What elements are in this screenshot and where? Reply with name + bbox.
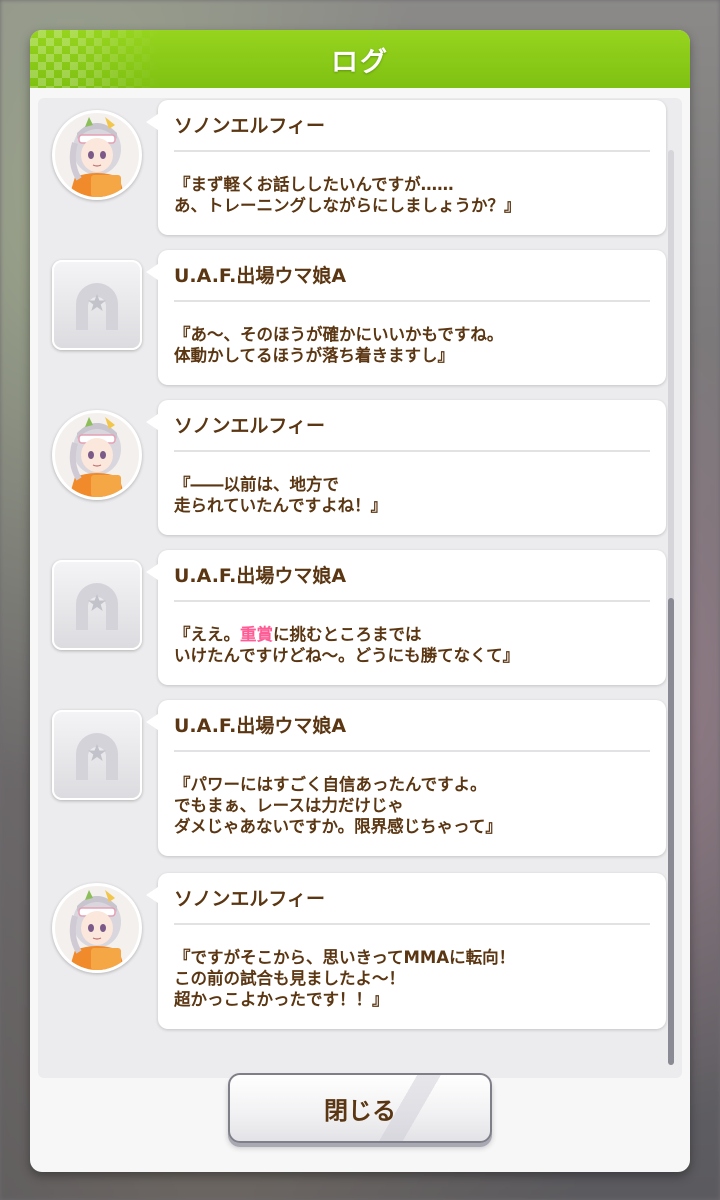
highlighted-term: 重賞	[240, 625, 273, 644]
character-portrait-icon	[52, 883, 142, 973]
horseshoe-placeholder-icon	[52, 560, 142, 650]
log-dialog: ログ ソノンエルフィー 『まず軽くお話ししたいんですが…… あ、トレーニングしな…	[30, 30, 690, 1172]
message-bubble: U.A.F.出場ウマ娘A 『パワーにはすごく自信あったんですよ。 でもまぁ、レー…	[146, 700, 666, 856]
message-bubble: ソノンエルフィー 『まず軽くお話ししたいんですが…… あ、トレーニングしながらに…	[146, 100, 666, 235]
close-button-label: 閉じる	[324, 1096, 396, 1125]
speaker-name: U.A.F.出場ウマ娘A	[174, 265, 347, 287]
speaker-name: ソノンエルフィー	[174, 115, 326, 137]
message-text: 『――以前は、地方で 走られていたんですよね！』	[174, 475, 388, 515]
scrollbar-thumb[interactable]	[668, 598, 674, 1065]
character-portrait-icon	[52, 410, 142, 500]
horseshoe-placeholder-icon	[52, 260, 142, 350]
message-text: 『あ～、そのほうが確かにいいかもですね。 体動かしてるほうが落ち着きますし』	[174, 325, 504, 365]
log-scrollbar[interactable]	[668, 150, 674, 1065]
dialog-header: ログ	[30, 30, 690, 88]
speaker-name: ソノンエルフィー	[174, 888, 326, 910]
message-bubble: U.A.F.出場ウマ娘A 『ええ。重賞に挑むところまでは いけたんですけどね～。…	[146, 550, 666, 685]
character-portrait-icon	[52, 110, 142, 200]
message-text: 『ええ。重賞に挑むところまでは いけたんですけどね～。どうにも勝てなくて』	[174, 625, 520, 665]
message-text: 『ですがそこから、思いきってMMAに転向！ この前の試合も見ましたよ～！ 超かっ…	[174, 948, 516, 1009]
message-bubble: U.A.F.出場ウマ娘A 『あ～、そのほうが確かにいいかもですね。 体動かしてる…	[146, 250, 666, 385]
speaker-name: U.A.F.出場ウマ娘A	[174, 565, 347, 587]
speaker-name: ソノンエルフィー	[174, 415, 326, 437]
horseshoe-placeholder-icon	[52, 710, 142, 800]
close-button[interactable]: 閉じる	[228, 1073, 492, 1143]
message-bubble: ソノンエルフィー 『――以前は、地方で 走られていたんですよね！』	[146, 400, 666, 535]
message-text: 『パワーにはすごく自信あったんですよ。 でもまぁ、レースは力だけじゃ ダメじゃあ…	[174, 775, 502, 836]
log-scroll-area[interactable]: ソノンエルフィー 『まず軽くお話ししたいんですが…… あ、トレーニングしながらに…	[38, 98, 682, 1078]
message-text: 『まず軽くお話ししたいんですが…… あ、トレーニングしながらにしましょうか？』	[174, 175, 521, 215]
speaker-name: U.A.F.出場ウマ娘A	[174, 715, 347, 737]
message-bubble: ソノンエルフィー 『ですがそこから、思いきってMMAに転向！ この前の試合も見ま…	[146, 873, 666, 1029]
dialog-title: ログ	[331, 46, 389, 78]
